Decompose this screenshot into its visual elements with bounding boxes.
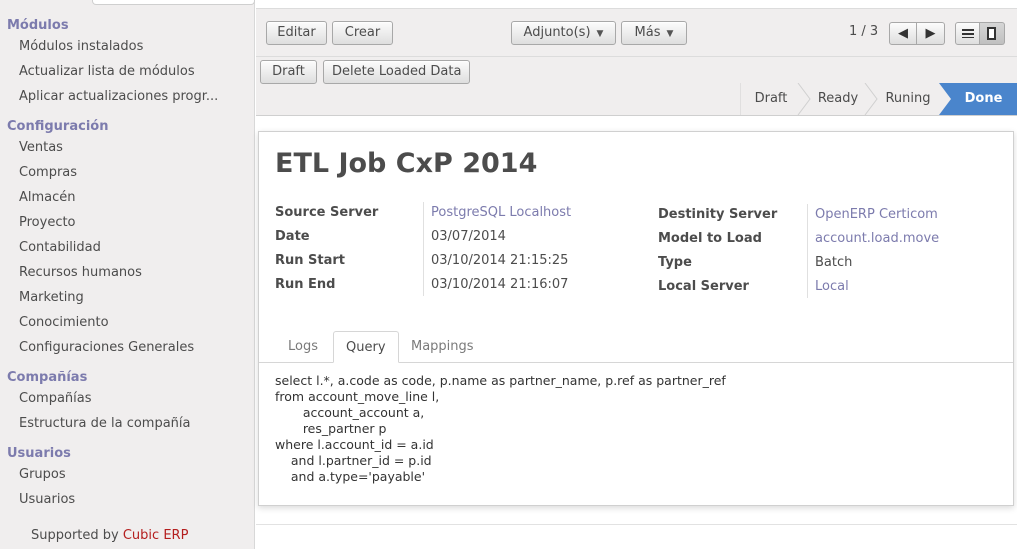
form-sheet: ETL Job CxP 2014 Source Server PostgreSQ…	[258, 131, 1014, 506]
sidebar-item-actualizar-lista[interactable]: Actualizar lista de módulos	[19, 64, 195, 79]
value-source-server-link[interactable]: PostgreSQL Localhost	[431, 205, 571, 220]
sidebar-item-companias[interactable]: Compañías	[19, 391, 92, 406]
status-draft[interactable]: Draft	[740, 83, 802, 115]
query-text[interactable]: select l.*, a.code as code, p.name as pa…	[275, 373, 995, 485]
label-destinity-server: Destinity Server	[658, 207, 778, 222]
edit-button[interactable]: Editar	[266, 21, 327, 45]
list-view-button[interactable]	[955, 22, 980, 45]
value-destinity-server-link[interactable]: OpenERP Certicom	[815, 207, 938, 222]
status-ready[interactable]: Ready	[806, 83, 870, 115]
more-label: Más	[634, 25, 661, 40]
tab-logs[interactable]: Logs	[276, 331, 330, 362]
label-run-end: Run End	[275, 277, 336, 292]
caret-down-icon: ▼	[666, 29, 674, 39]
sidebar-item-proyecto[interactable]: Proyecto	[19, 215, 76, 230]
more-dropdown[interactable]: Más ▼	[621, 21, 687, 45]
delete-loaded-data-button[interactable]: Delete Loaded Data	[323, 60, 470, 84]
sidebar-item-conocimiento[interactable]: Conocimiento	[19, 315, 109, 330]
tab-query[interactable]: Query	[333, 331, 399, 363]
status-done-active[interactable]: Done	[950, 83, 1017, 115]
pager-value[interactable]: 1 / 3	[849, 24, 878, 39]
main-content: Editar Crear Adjunto(s) ▼ Más ▼ 1 / 3 ◀ ▶ …	[256, 0, 1017, 549]
field-separator	[423, 202, 424, 296]
sidebar-item-contabilidad[interactable]: Contabilidad	[19, 240, 101, 255]
value-run-start: 03/10/2014 21:15:25	[431, 253, 569, 268]
sidebar-item-configuraciones-generales[interactable]: Configuraciones Generales	[19, 340, 194, 355]
sidebar-section-title: Configuración	[7, 119, 109, 134]
notebook-tabs: Logs Query Mappings	[259, 331, 1013, 363]
record-title: ETL Job CxP 2014	[275, 148, 538, 179]
form-view-icon	[987, 27, 996, 40]
sidebar-item-almacen[interactable]: Almacén	[19, 190, 76, 205]
value-local-server-link[interactable]: Local	[815, 279, 849, 294]
label-model-to-load: Model to Load	[658, 231, 762, 246]
sidebar-item-ventas[interactable]: Ventas	[19, 140, 63, 155]
sidebar-section-title: Compañías	[7, 370, 88, 385]
sidebar-item-usuarios[interactable]: Usuarios	[19, 492, 75, 507]
value-run-end: 03/10/2014 21:16:07	[431, 277, 569, 292]
attachments-dropdown[interactable]: Adjunto(s) ▼	[511, 21, 616, 45]
label-run-start: Run Start	[275, 253, 346, 268]
sidebar-item-marketing[interactable]: Marketing	[19, 290, 84, 305]
sidebar-item-compras[interactable]: Compras	[19, 165, 77, 180]
control-panel: Editar Crear Adjunto(s) ▼ Más ▼ 1 / 3 ◀ ▶ …	[256, 8, 1017, 116]
status-runing[interactable]: Runing	[872, 83, 944, 115]
sheet-bottom-line	[256, 524, 1017, 525]
tab-mappings[interactable]: Mappings	[399, 331, 486, 362]
footer-prefix: Supported by	[31, 528, 119, 543]
list-view-icon	[962, 29, 974, 38]
label-date: Date	[275, 229, 310, 244]
create-button[interactable]: Crear	[332, 21, 393, 45]
sidebar-item-modulos-instalados[interactable]: Módulos instalados	[19, 39, 143, 54]
sidebar-item-grupos[interactable]: Grupos	[19, 467, 66, 482]
label-local-server: Local Server	[658, 279, 749, 294]
arrow-left-icon: ◀	[898, 26, 908, 41]
top-bar-edge	[92, 0, 255, 5]
caret-down-icon: ▼	[596, 29, 604, 39]
arrow-right-icon: ▶	[925, 26, 936, 41]
sidebar-footer: Supported by Cubic ERP	[31, 528, 188, 543]
pager-next-button[interactable]: ▶	[917, 22, 945, 45]
sidebar: Módulos Módulos instalados Actualizar li…	[0, 0, 255, 549]
label-type: Type	[658, 255, 692, 270]
control-panel-divider	[256, 56, 1017, 57]
attachments-label: Adjunto(s)	[523, 25, 591, 40]
sidebar-item-estructura-compania[interactable]: Estructura de la compañía	[19, 416, 191, 431]
label-source-server: Source Server	[275, 205, 379, 220]
value-type: Batch	[815, 255, 853, 270]
value-model-to-load-link[interactable]: account.load.move	[815, 231, 939, 246]
pager-previous-button[interactable]: ◀	[889, 22, 917, 45]
footer-brand-link[interactable]: Cubic ERP	[123, 528, 189, 543]
sidebar-section-title: Usuarios	[7, 446, 71, 461]
sidebar-item-recursos-humanos[interactable]: Recursos humanos	[19, 265, 142, 280]
value-date: 03/07/2014	[431, 229, 506, 244]
form-view-button[interactable]	[980, 22, 1005, 45]
draft-button[interactable]: Draft	[260, 60, 317, 84]
sidebar-section-title: Módulos	[7, 18, 69, 33]
sidebar-item-aplicar-actualizaciones[interactable]: Aplicar actualizaciones progr...	[19, 89, 218, 104]
field-separator	[807, 204, 808, 298]
